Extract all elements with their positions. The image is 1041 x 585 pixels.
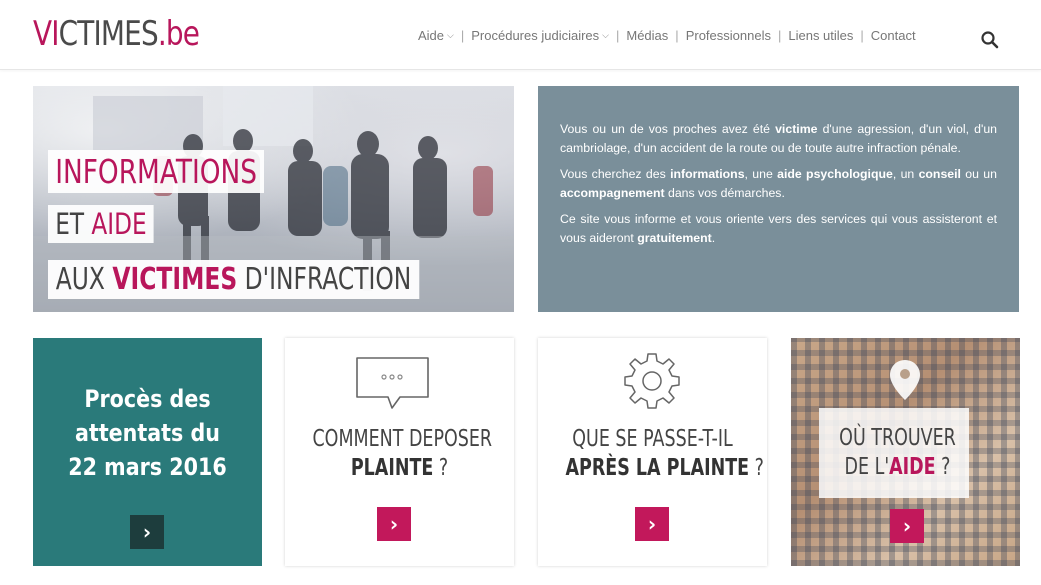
hero-aide: AIDE bbox=[91, 207, 147, 241]
nav-label-contact: Contact bbox=[870, 28, 916, 43]
intro-text: , un bbox=[892, 167, 919, 181]
card-plainte-title: COMMENT DEPOSER PLAINTE ? bbox=[312, 425, 493, 483]
card-apres-qmark: ? bbox=[749, 455, 764, 481]
nav-divider: | bbox=[777, 28, 782, 43]
card-plainte-qmark: ? bbox=[433, 455, 449, 481]
card-proces-line: 22 mars 2016 bbox=[68, 453, 227, 481]
nav-label-procedures: Procédures judiciaires bbox=[471, 28, 600, 43]
hero-title-informations: INFORMATIONS bbox=[48, 150, 265, 193]
intro-text: . bbox=[711, 231, 716, 245]
logo-part-2: CTIMES bbox=[58, 14, 159, 54]
intro-text: Vous cherchez des bbox=[560, 167, 671, 181]
nav-label-liens-utiles: Liens utiles bbox=[788, 28, 854, 43]
card-proces-line: attentats du bbox=[75, 419, 220, 447]
intro-strong: conseil bbox=[918, 167, 961, 181]
chevron-right-icon[interactable]: › bbox=[635, 507, 669, 541]
intro-strong: victime bbox=[775, 122, 818, 136]
intro-strong: accompagnement bbox=[560, 186, 665, 200]
intro-paragraph-3: Ce site vous informe et vous oriente ver… bbox=[560, 210, 997, 248]
hero-title-victimes: AUX VICTIMES D'INFRACTION bbox=[48, 260, 420, 299]
card-aide-strong: AIDE bbox=[889, 454, 936, 480]
intro-text: Ce site vous informe et vous oriente ver… bbox=[560, 212, 997, 245]
card-apres-la-plainte[interactable]: QUE SE PASSE-T-IL APRÈS LA PLAINTE ? › bbox=[538, 338, 767, 566]
intro-panel: Vous ou un de vos proches avez été victi… bbox=[538, 86, 1019, 312]
nav-item-medias[interactable]: Médias bbox=[626, 28, 668, 43]
card-plainte-strong: PLAINTE bbox=[350, 455, 434, 481]
chat-bubble-icon bbox=[356, 357, 429, 409]
card-apres-strong: APRÈS LA PLAINTE bbox=[565, 455, 750, 481]
card-proces-title: Procès des attentats du 22 mars 2016 bbox=[49, 382, 246, 484]
card-apres-line1: QUE SE PASSE-T-IL bbox=[572, 426, 733, 452]
card-apres-line2: APRÈS LA PLAINTE ? bbox=[565, 454, 763, 483]
card-proces-attentats[interactable]: Procès des attentats du 22 mars 2016 › bbox=[33, 338, 262, 566]
intro-text: dans vos démarches. bbox=[664, 186, 785, 200]
chevron-right-icon[interactable]: › bbox=[130, 515, 164, 549]
nav-label-aide: Aide bbox=[418, 28, 445, 43]
nav-label-professionnels: Professionnels bbox=[685, 28, 771, 43]
card-aide-text: DE L' bbox=[844, 454, 890, 480]
nav-divider: | bbox=[460, 28, 465, 43]
hero-et: ET bbox=[55, 207, 92, 241]
chevron-right-icon[interactable]: › bbox=[377, 507, 411, 541]
intro-text: Vous ou un de vos proches avez été bbox=[560, 122, 776, 136]
card-apres-title: QUE SE PASSE-T-IL APRÈS LA PLAINTE ? bbox=[565, 425, 763, 483]
hero-infraction: D'INFRACTION bbox=[237, 262, 412, 297]
hero-aux: AUX bbox=[55, 262, 113, 297]
intro-strong: aide psychologique bbox=[777, 167, 893, 181]
intro-strong: informations bbox=[670, 167, 745, 181]
intro-paragraph-1: Vous ou un de vos proches avez été victi… bbox=[560, 120, 997, 158]
gear-icon bbox=[624, 353, 680, 409]
chevron-down-icon: ⌵ bbox=[602, 30, 609, 40]
card-ou-trouver-aide[interactable]: OÙ TROUVER DE L'AIDE ? › bbox=[791, 338, 1020, 566]
main-nav: Aide ⌵ | Procédures judiciaires ⌵ | Médias… bbox=[418, 28, 916, 43]
intro-text: , une bbox=[744, 167, 778, 181]
intro-paragraph-2: Vous cherchez des informations, une aide… bbox=[560, 165, 997, 203]
card-aide-line1: OÙ TROUVER bbox=[839, 425, 956, 451]
map-pin-icon bbox=[890, 360, 920, 400]
nav-item-liens-utiles[interactable]: Liens utiles bbox=[788, 28, 853, 43]
card-aide-title: OÙ TROUVER DE L'AIDE ? bbox=[810, 424, 984, 482]
logo-part-1: VI bbox=[33, 14, 59, 54]
card-aide-line2: DE L'AIDE ? bbox=[810, 453, 984, 482]
card-plainte-line2: PLAINTE ? bbox=[312, 454, 486, 483]
nav-divider: | bbox=[860, 28, 864, 43]
hero-title-et-aide: ET AIDE bbox=[48, 205, 154, 243]
card-plainte-line1: COMMENT DEPOSER bbox=[312, 426, 493, 452]
card-aide-qmark: ? bbox=[935, 454, 951, 480]
hero-victimes: VICTIMES bbox=[112, 262, 238, 297]
chevron-right-icon[interactable]: › bbox=[890, 509, 924, 543]
logo-part-3: .be bbox=[157, 14, 200, 54]
nav-item-professionnels[interactable]: Professionnels bbox=[686, 28, 771, 43]
nav-divider: | bbox=[615, 28, 620, 43]
card-proces-line: Procès des bbox=[84, 385, 211, 413]
site-header: VICTIMES.be Aide ⌵ | Procédures judiciair… bbox=[0, 0, 1041, 70]
nav-item-contact[interactable]: Contact bbox=[871, 28, 916, 43]
site-logo[interactable]: VICTIMES.be bbox=[33, 14, 200, 54]
card-comment-deposer-plainte[interactable]: COMMENT DEPOSER PLAINTE ? › bbox=[285, 338, 514, 566]
nav-item-aide[interactable]: Aide ⌵ bbox=[418, 28, 454, 43]
search-icon[interactable] bbox=[980, 30, 1000, 50]
nav-label-medias: Médias bbox=[626, 28, 669, 43]
chevron-down-icon: ⌵ bbox=[447, 30, 454, 40]
intro-text: ou un bbox=[960, 167, 997, 181]
nav-item-procedures[interactable]: Procédures judiciaires ⌵ bbox=[471, 28, 609, 43]
nav-divider: | bbox=[675, 28, 679, 43]
intro-strong: gratuitement bbox=[637, 231, 712, 245]
